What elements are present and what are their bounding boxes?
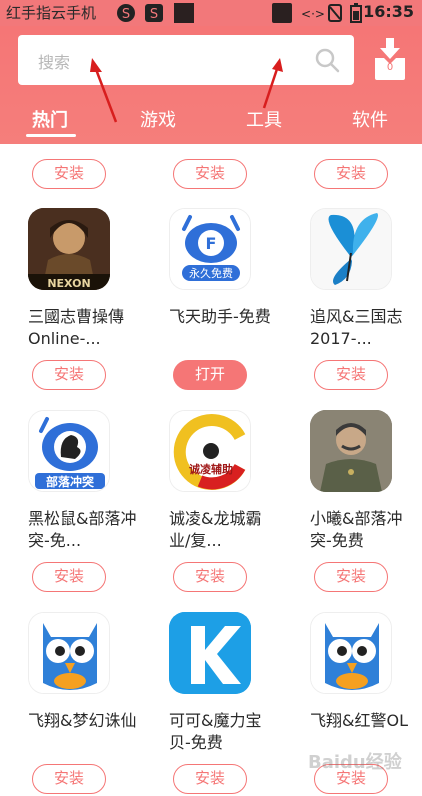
- download-count: 0: [386, 62, 394, 73]
- app-s-icon: S: [144, 3, 164, 27]
- category-tabs: 热门 游戏 工具 软件: [0, 106, 422, 137]
- square-icon: [174, 3, 194, 27]
- open-button[interactable]: 打开: [173, 360, 247, 390]
- active-tab-indicator: [26, 134, 76, 137]
- app-name: 飞天助手-免费: [169, 307, 271, 326]
- app-name: 黑松鼠&部落冲突-免...: [28, 509, 137, 550]
- signal-icon: <·>: [301, 3, 325, 27]
- app-name: 飞翔&梦幻诛仙: [28, 711, 137, 730]
- install-button[interactable]: 安装: [32, 360, 106, 390]
- app-icon-sanguozhi[interactable]: NEXON: [28, 208, 110, 290]
- app-icon-chengling[interactable]: 诚凌辅助: [169, 410, 251, 492]
- svg-text:F: F: [206, 234, 217, 253]
- install-button[interactable]: 安装: [173, 562, 247, 592]
- app-icon-feitian[interactable]: F 永久免费: [169, 208, 251, 290]
- tab-hot[interactable]: 热门: [32, 106, 68, 132]
- tab-games[interactable]: 游戏: [140, 106, 176, 132]
- install-button[interactable]: 安装: [173, 764, 247, 794]
- install-button[interactable]: 安装: [314, 159, 388, 189]
- app-name: 三國志曹操傳Online-...: [28, 307, 125, 348]
- app-icon-feixiang-owl[interactable]: [28, 612, 110, 694]
- app-icon-black-squirrel[interactable]: 部落冲突: [28, 410, 110, 492]
- svg-text:S: S: [150, 7, 158, 22]
- search-input[interactable]: 搜索: [18, 35, 354, 85]
- app-icon-feixiang-owl-2[interactable]: [310, 612, 392, 694]
- svg-text:<·>: <·>: [302, 7, 324, 21]
- status-app-title: 红手指云手机: [6, 4, 97, 22]
- battery-icon: [350, 3, 362, 27]
- app-name: 可可&魔力宝贝-免费: [169, 711, 262, 752]
- cheng-ling-text: 诚凌辅助: [189, 462, 233, 476]
- clock: 16:35: [363, 2, 414, 21]
- no-sim-icon: [328, 3, 342, 27]
- svg-text:S: S: [122, 7, 130, 22]
- install-button[interactable]: 安装: [32, 562, 106, 592]
- search-placeholder: 搜索: [38, 53, 71, 72]
- app-name: 追风&三国志2017-...: [310, 307, 403, 348]
- status-bar: 红手指云手机 S S <·> 16:35: [0, 0, 422, 26]
- forever-free-text: 永久免费: [189, 266, 233, 280]
- annotation-arrow-search: [90, 58, 118, 123]
- search-icon[interactable]: [314, 47, 340, 73]
- sogou-icon: S: [116, 3, 136, 27]
- app-name: 诚凌&龙城霸业/复...: [169, 509, 262, 550]
- tribe-conflict-text: 部落冲突: [46, 474, 94, 489]
- baidu-watermark: Baidu经验: [308, 752, 402, 773]
- app-icon-xiaoxi[interactable]: [310, 410, 392, 492]
- app-icon-keke[interactable]: [169, 612, 251, 694]
- app-icon-butterfly[interactable]: [310, 208, 392, 290]
- install-button[interactable]: 安装: [32, 159, 106, 189]
- download-button[interactable]: 0: [373, 38, 407, 82]
- image-icon: [272, 3, 292, 27]
- install-button[interactable]: 安装: [32, 764, 106, 794]
- install-button[interactable]: 安装: [173, 159, 247, 189]
- download-icon: [375, 38, 405, 80]
- install-button[interactable]: 安装: [314, 562, 388, 592]
- annotation-arrow-tools: [262, 58, 283, 109]
- app-name: 小曦&部落冲突-免费: [310, 509, 403, 550]
- header: 搜索 0 热门 游戏 工具 软件: [0, 26, 422, 144]
- nexon-logo-text: NEXON: [47, 277, 90, 290]
- install-button[interactable]: 安装: [314, 360, 388, 390]
- tab-software[interactable]: 软件: [352, 106, 388, 132]
